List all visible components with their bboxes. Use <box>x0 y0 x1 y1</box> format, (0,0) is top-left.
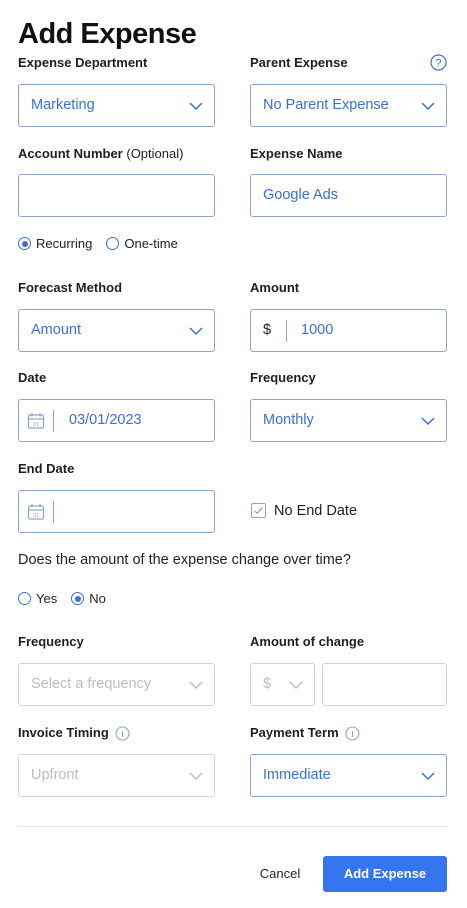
recurrence-radio-group: Recurring One-time <box>18 236 192 251</box>
department-select[interactable]: Marketing <box>18 84 215 127</box>
date-label: Date <box>18 370 47 385</box>
forecast-label: Forecast Method <box>18 280 123 295</box>
radio-yes[interactable]: Yes <box>18 591 57 606</box>
chevron-down-icon <box>189 102 203 111</box>
cancel-button[interactable]: Cancel <box>245 856 315 892</box>
change-currency-select[interactable]: $ <box>250 663 315 706</box>
date-value: 03/01/2023 <box>69 412 142 428</box>
invoice-timing-label: Invoice Timing i <box>18 725 130 741</box>
frequency-label: Frequency <box>250 370 316 385</box>
radio-recurring[interactable]: Recurring <box>18 236 92 251</box>
frequency-select[interactable]: Monthly <box>250 399 447 442</box>
check-icon <box>254 507 263 515</box>
amount-value: 1000 <box>301 322 334 338</box>
change-frequency-label: Frequency <box>18 634 84 649</box>
change-amount-input[interactable] <box>322 663 447 706</box>
chevron-down-icon <box>189 772 203 781</box>
no-end-date-checkbox[interactable] <box>251 503 266 518</box>
account-number-input[interactable] <box>18 174 215 217</box>
chevron-down-icon <box>289 681 303 690</box>
payment-term-select[interactable]: Immediate <box>250 754 447 797</box>
forecast-method-select[interactable]: Amount <box>18 309 215 352</box>
radio-one-time[interactable]: One-time <box>106 236 178 251</box>
change-radio-group: Yes No <box>18 591 120 606</box>
help-icon[interactable]: ? <box>430 54 447 71</box>
info-icon[interactable]: i <box>115 726 130 741</box>
svg-text:i: i <box>351 729 354 739</box>
divider <box>286 320 287 342</box>
change-frequency-select[interactable]: Select a frequency <box>18 663 215 706</box>
name-label: Expense Name <box>250 146 343 161</box>
add-expense-button[interactable]: Add Expense <box>323 856 447 892</box>
department-value: Marketing <box>31 97 95 113</box>
svg-text:31: 31 <box>33 422 39 428</box>
chevron-down-icon <box>421 417 435 426</box>
department-label: Expense Department <box>18 55 148 70</box>
radio-icon <box>71 592 85 605</box>
radio-icon <box>106 237 120 250</box>
radio-no[interactable]: No <box>71 591 106 606</box>
svg-text:31: 31 <box>33 513 39 519</box>
parent-value: No Parent Expense <box>263 97 389 113</box>
invoice-timing-select[interactable]: Upfront <box>18 754 215 797</box>
divider <box>53 410 54 432</box>
chevron-down-icon <box>421 102 435 111</box>
expense-name-value: Google Ads <box>263 187 338 203</box>
currency-symbol: $ <box>263 322 272 338</box>
radio-icon <box>18 592 31 605</box>
end-date-input[interactable]: 31 <box>18 490 215 533</box>
calendar-icon[interactable]: 31 <box>27 503 45 521</box>
account-label: Account Number (Optional) <box>18 146 184 161</box>
calendar-icon[interactable]: 31 <box>27 412 45 430</box>
change-frequency-placeholder: Select a frequency <box>31 676 152 692</box>
parent-label: Parent Expense <box>250 55 348 70</box>
expense-name-input[interactable]: Google Ads <box>250 174 447 217</box>
page-title: Add Expense <box>18 18 197 50</box>
chevron-down-icon <box>189 327 203 336</box>
date-input[interactable]: 31 03/01/2023 <box>18 399 215 442</box>
no-end-date-label: No End Date <box>274 503 358 519</box>
footer-divider <box>18 826 447 827</box>
svg-text:?: ? <box>435 58 441 70</box>
chevron-down-icon <box>189 681 203 690</box>
change-question: Does the amount of the expense change ov… <box>18 552 351 568</box>
payment-term-label: Payment Term i <box>250 725 360 741</box>
info-icon[interactable]: i <box>345 726 360 741</box>
radio-icon <box>18 237 31 250</box>
divider <box>53 501 54 523</box>
chevron-down-icon <box>421 772 435 781</box>
parent-select[interactable]: No Parent Expense <box>250 84 447 127</box>
svg-text:i: i <box>121 729 124 739</box>
amount-change-label: Amount of change <box>250 634 365 649</box>
end-date-label: End Date <box>18 461 75 476</box>
amount-input[interactable]: $ 1000 <box>250 309 447 352</box>
amount-label: Amount <box>250 280 300 295</box>
